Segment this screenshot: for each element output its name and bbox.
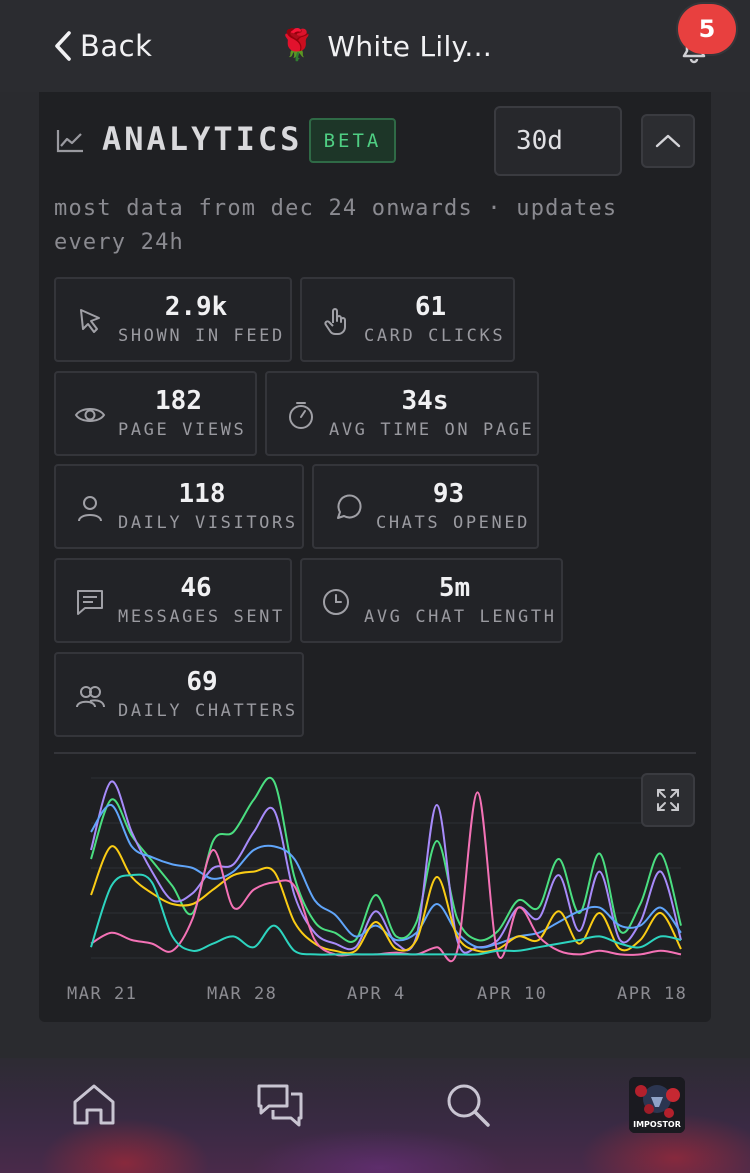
page-title: 🌹 White Lily... [278,24,492,68]
chevron-left-icon [55,31,71,61]
x-tick-label: APR 18 [617,984,688,1004]
range-select[interactable]: 30d [494,106,622,176]
clock-icon [323,589,349,615]
stat-label: AVG CHAT LENGTH [364,607,557,627]
character-name: White Lily... [327,29,493,63]
analytics-subtitle: most data from dec 24 onwards · updates … [54,196,618,255]
collapse-button[interactable] [641,114,695,168]
divider [54,752,696,754]
stat-label: DAILY CHATTERS [118,701,298,721]
analytics-panel: ANALYTICS BETA 30d most data from dec 24… [39,92,711,1022]
background-glow [250,1128,510,1173]
stat-label: MESSAGES SENT [118,607,285,627]
stat-card-avg-time-on-page: 34s AVG TIME ON PAGE [265,371,539,456]
user-icon [78,496,102,522]
chart-line-icon [56,130,83,153]
series-line-0 [90,776,682,943]
expand-chart-button[interactable] [641,773,695,827]
x-tick-label: APR 10 [477,984,548,1004]
stat-card-daily-visitors: 118 DAILY VISITORS [54,464,304,549]
stat-value: 2.9k [164,292,228,322]
stat-card-daily-chatters: 69 DAILY CHATTERS [54,652,304,737]
chats-icon[interactable] [255,1080,305,1130]
stat-value: 5m [438,573,471,603]
stat-card-shown-in-feed: 2.9k SHOWN IN FEED [54,277,292,362]
expand-icon [657,789,679,811]
stat-value: 46 [180,573,212,603]
stat-value: 182 [155,386,202,416]
stat-label: AVG TIME ON PAGE [329,420,535,440]
stat-label: CARD CLICKS [364,326,506,346]
beta-badge: BETA [309,118,396,163]
stat-label: DAILY VISITORS [118,513,298,533]
stat-card-card-clicks: 61 CARD CLICKS [300,277,515,362]
stat-card-page-views: 182 PAGE VIEWS [54,371,257,456]
profile-avatar[interactable]: IMPOSTOR [629,1077,685,1133]
avatar-label: IMPOSTOR [633,1120,681,1129]
back-button[interactable]: Back [52,26,152,66]
tap-icon [324,308,346,335]
stat-card-avg-chat-length: 5m AVG CHAT LENGTH [300,558,563,643]
timer-icon [289,402,313,429]
home-icon[interactable] [69,1080,119,1130]
stat-value: 93 [432,479,465,509]
cursor-icon [80,309,100,333]
back-label: Back [80,29,153,63]
bottom-nav: IMPOSTOR [0,1058,750,1173]
analytics-line-chart [90,776,682,963]
top-bar: Back 🌹 White Lily... 5 [0,0,750,92]
chevron-up-icon [655,134,681,148]
analytics-title: ANALYTICS [102,120,303,158]
background-glow [40,1118,210,1173]
stat-label: CHATS OPENED [376,513,531,533]
search-icon[interactable] [443,1080,493,1130]
stat-value: 61 [414,292,447,322]
stat-card-messages-sent: 46 MESSAGES SENT [54,558,292,643]
x-tick-label: MAR 21 [67,984,138,1004]
stat-value: 69 [186,667,218,697]
eye-icon [74,408,106,422]
stat-value: 34s [401,386,449,416]
stat-label: PAGE VIEWS [118,420,247,440]
chat-bubble-icon [337,494,362,519]
stat-value: 118 [178,479,226,509]
rose-icon: 🌹 [278,28,316,63]
x-tick-label: MAR 28 [207,984,278,1004]
x-tick-label: APR 4 [347,984,406,1004]
users-icon [76,686,105,708]
stat-card-chats-opened: 93 CHATS OPENED [312,464,539,549]
notification-badge[interactable]: 5 [678,4,736,54]
stat-label: SHOWN IN FEED [118,326,285,346]
message-icon [77,590,103,615]
